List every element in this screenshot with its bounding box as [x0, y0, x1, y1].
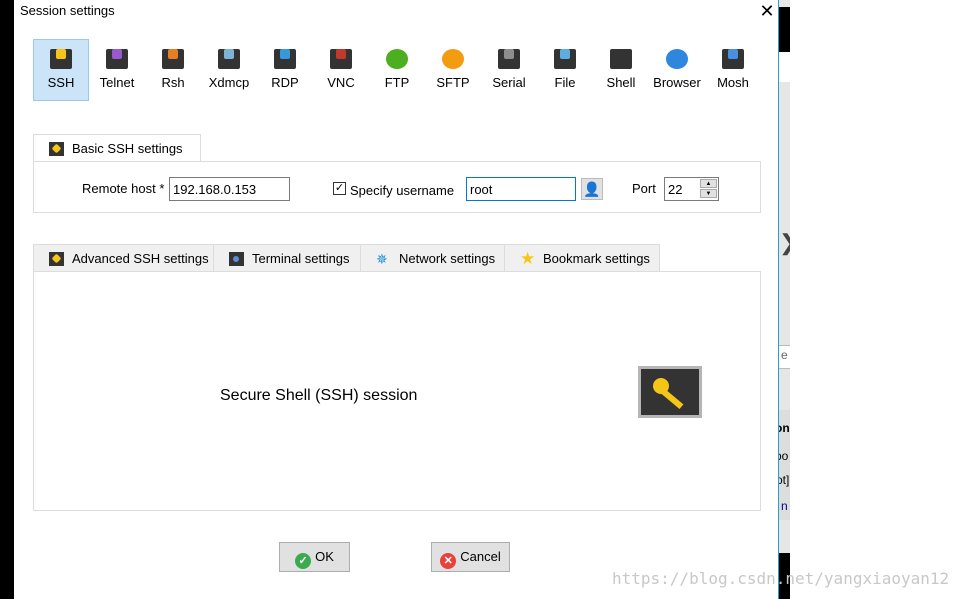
sftp-globe-icon	[442, 49, 464, 69]
tab-label: Terminal settings	[252, 251, 350, 266]
protocol-label: FTP	[384, 75, 410, 90]
tab-label: Basic SSH settings	[72, 141, 183, 156]
chevron-right-icon: ❯	[779, 230, 790, 256]
protocol-xdmcp-button[interactable]: Xdmcp	[201, 39, 257, 101]
port-decrement-button[interactable]: ▼	[700, 189, 717, 198]
remote-host-input[interactable]	[169, 177, 290, 201]
network-icon: ✵	[376, 251, 388, 267]
specify-username-checkbox[interactable]: ✓	[333, 182, 346, 195]
rdp-monitor-icon	[274, 49, 296, 69]
check-icon: ✓	[295, 553, 312, 569]
cancel-button[interactable]: ✕ Cancel	[431, 542, 510, 572]
tab-label: Advanced SSH settings	[72, 251, 209, 266]
username-input[interactable]	[466, 177, 576, 201]
ssh-key-large-icon	[638, 366, 702, 418]
specify-username-label: Specify username	[350, 183, 455, 198]
tab-advanced-ssh-settings[interactable]: Advanced SSH settings	[33, 244, 214, 272]
protocol-rsh-button[interactable]: Rsh	[145, 39, 201, 101]
ssh-key-icon	[50, 49, 72, 69]
protocol-label: Rsh	[161, 75, 185, 90]
protocol-label: File	[554, 75, 576, 90]
tab-label: Bookmark settings	[543, 251, 650, 266]
protocol-label: Shell	[606, 75, 636, 90]
ok-button[interactable]: ✓ OK	[279, 542, 350, 572]
tab-network-settings[interactable]: ✵ Network settings	[360, 244, 505, 272]
protocol-rdp-button[interactable]: RDP	[257, 39, 313, 101]
session-description: Secure Shell (SSH) session	[220, 387, 418, 404]
protocol-label: Browser	[653, 75, 701, 90]
tab-basic-ssh-settings[interactable]: Basic SSH settings	[33, 134, 201, 162]
ok-label: OK	[315, 549, 334, 564]
tab-terminal-settings[interactable]: Terminal settings	[213, 244, 361, 272]
terminal-icon	[229, 252, 244, 266]
ftp-globe-icon	[386, 49, 408, 69]
cancel-x-icon: ✕	[440, 553, 457, 569]
port-increment-button[interactable]: ▲	[700, 179, 717, 188]
protocol-sftp-button[interactable]: SFTP	[425, 39, 481, 101]
file-monitor-icon	[554, 49, 576, 69]
protocol-label: Serial	[492, 75, 526, 90]
background-fragment: on	[779, 421, 790, 435]
protocol-ssh-button[interactable]: SSH	[33, 39, 89, 101]
protocol-label: Xdmcp	[208, 75, 250, 90]
basic-settings-panel: Remote host * ✓ Specify username 👤 Port …	[33, 161, 761, 213]
key-icon	[49, 252, 64, 266]
advanced-settings-panel: Secure Shell (SSH) session	[33, 271, 761, 511]
dialog-title: Session settings	[20, 3, 115, 18]
protocol-label: Telnet	[99, 75, 135, 90]
protocol-telnet-button[interactable]: Telnet	[89, 39, 145, 101]
port-label: Port	[632, 181, 656, 196]
protocol-label: Mosh	[717, 75, 749, 90]
protocol-shell-button[interactable]: Shell	[593, 39, 649, 101]
background-dark-block	[779, 7, 790, 52]
star-icon: ★	[520, 249, 536, 268]
background-fragment: e	[781, 348, 788, 362]
background-window-edge	[0, 0, 14, 599]
protocol-label: VNC	[327, 75, 355, 90]
background-fragment: n	[781, 499, 788, 513]
protocol-file-button[interactable]: File	[537, 39, 593, 101]
key-icon	[49, 142, 64, 156]
protocol-mosh-button[interactable]: Mosh	[705, 39, 761, 101]
background-fragment: ot]	[779, 473, 790, 487]
telnet-gem-icon	[106, 49, 128, 69]
mosh-satellite-icon	[722, 49, 744, 69]
serial-plug-icon	[498, 49, 520, 69]
tab-label: Network settings	[399, 251, 496, 266]
background-window-strip: ❯ e on oo ot] n	[778, 0, 790, 599]
protocol-label: SSH	[47, 75, 75, 90]
background-fragment: oo	[779, 449, 789, 463]
remote-host-label: Remote host *	[82, 181, 165, 196]
protocol-label: SFTP	[436, 75, 470, 90]
cancel-label: Cancel	[460, 549, 501, 564]
protocol-browser-button[interactable]: Browser	[649, 39, 705, 101]
session-settings-dialog: Session settings ✕ SSH Telnet Rsh Xdmcp RDP V…	[14, 0, 778, 599]
shell-terminal-icon	[610, 49, 632, 69]
protocol-label: RDP	[271, 75, 299, 90]
protocol-ftp-button[interactable]: FTP	[369, 39, 425, 101]
protocol-serial-button[interactable]: Serial	[481, 39, 537, 101]
tab-bookmark-settings[interactable]: ★ Bookmark settings	[504, 244, 660, 272]
close-icon[interactable]: ✕	[756, 1, 778, 21]
vnc-monitor-icon	[330, 49, 352, 69]
watermark: https://blog.csdn.net/yangxiaoyan12	[612, 569, 950, 588]
rsh-gears-icon	[162, 49, 184, 69]
browser-globe-icon	[666, 49, 688, 69]
protocol-vnc-button[interactable]: VNC	[313, 39, 369, 101]
xdmcp-monitor-icon	[218, 49, 240, 69]
background-light-block	[779, 52, 790, 82]
user-key-icon[interactable]: 👤	[581, 178, 603, 200]
